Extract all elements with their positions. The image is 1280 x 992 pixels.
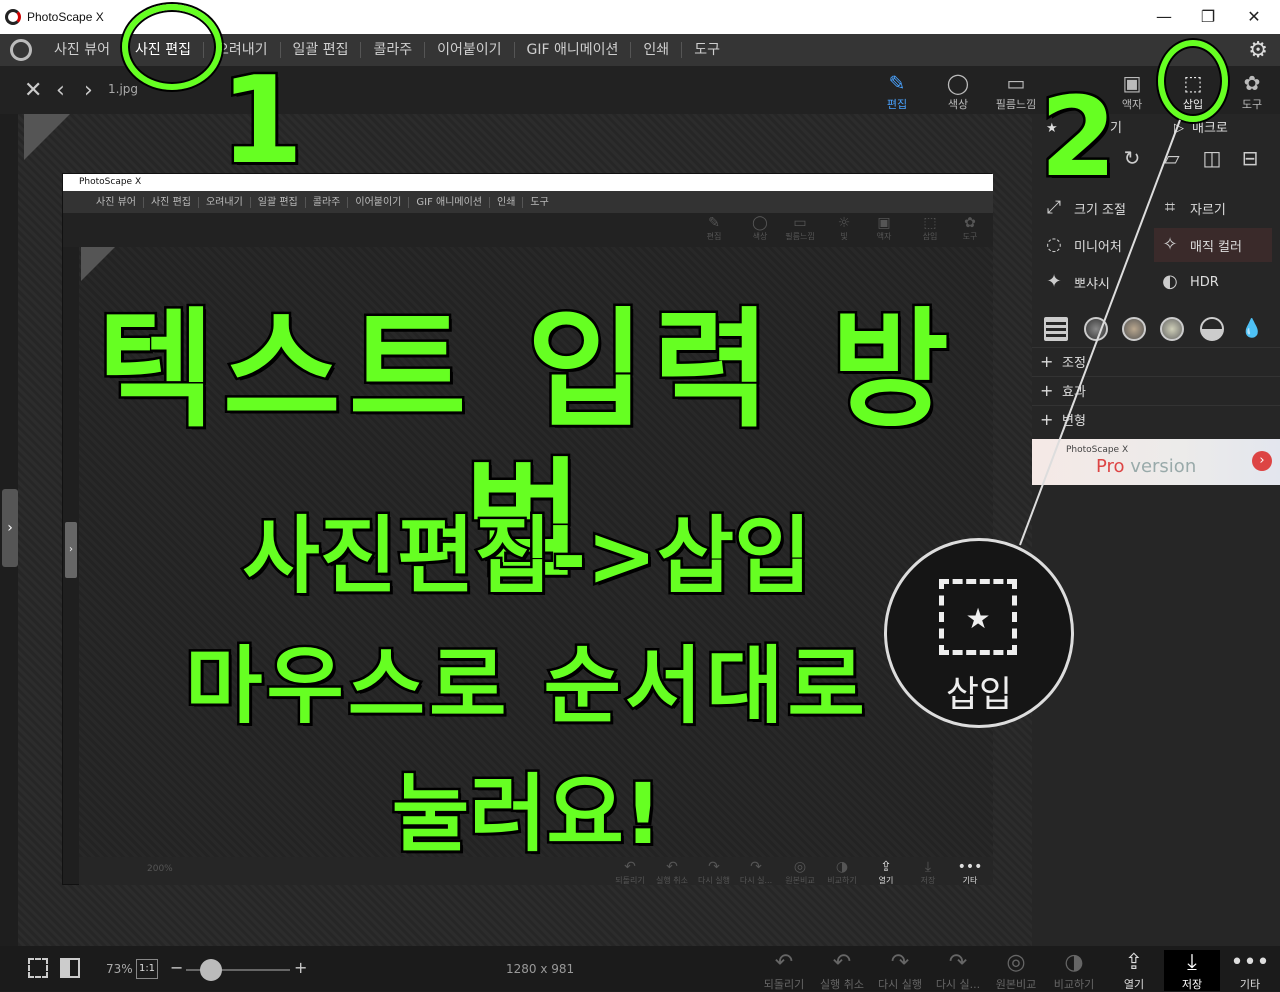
close-photo-icon[interactable]: ✕ xyxy=(24,78,42,103)
minimize-button[interactable]: — xyxy=(1154,7,1174,26)
instruction-line-1: 사진편집->삽입 xyxy=(240,505,814,608)
inner-title: PhotoScape X xyxy=(63,174,993,191)
left-panel-toggle[interactable]: › xyxy=(2,489,18,567)
home-icon[interactable] xyxy=(10,39,32,61)
zoom-in-icon[interactable]: + xyxy=(294,958,307,977)
insert-zoom-icon: ★ xyxy=(939,579,1017,655)
revert-button[interactable]: ↶ 되돌리기 xyxy=(756,950,812,992)
save-button[interactable]: ⤓ 저장 xyxy=(1164,950,1220,991)
instruction-line-3: 눌러요! xyxy=(389,763,664,866)
drop-icon[interactable]: 💧 xyxy=(1240,317,1264,341)
original-compare-button[interactable]: ◎ 원본비교 xyxy=(988,950,1044,992)
bottom-bar: 73% 1:1 − + 1280 x 981 ↶ 되돌리기 ↶ 실행 취소 ↷ 다시 … xyxy=(0,946,1280,991)
menu-tools[interactable]: 도구 xyxy=(681,42,732,58)
tone-swatch-4[interactable] xyxy=(1200,317,1224,341)
more-icon: ••• xyxy=(1230,950,1270,975)
highlight-circle-menu xyxy=(122,4,222,90)
undo-button[interactable]: ↶ 실행 취소 xyxy=(814,950,870,992)
tab-color[interactable]: ◯ 색상 xyxy=(930,70,986,112)
flip-vertical-icon[interactable]: ⊟ xyxy=(1232,146,1268,176)
close-button[interactable]: ✕ xyxy=(1244,7,1264,26)
star-icon: ★ xyxy=(965,602,991,635)
instruction-line-2: 마우스로 순서대로 xyxy=(183,635,869,738)
color-icon: ◯ xyxy=(946,71,970,95)
open-button[interactable]: ⇪ 열기 xyxy=(1106,950,1162,992)
download-icon: ⤓ xyxy=(1187,950,1197,975)
select-area-icon[interactable] xyxy=(28,958,48,978)
undo-icon: ↶ xyxy=(832,950,852,975)
compare-button[interactable]: ◑ 비교하기 xyxy=(1046,950,1102,992)
file-name: 1.jpg xyxy=(108,82,139,96)
redo-all-icon: ↷ xyxy=(948,950,968,975)
edit-icon: ✎ xyxy=(888,71,906,95)
insert-zoom-label: 삽입 xyxy=(945,674,1013,715)
maximize-button[interactable]: ❐ xyxy=(1198,7,1218,26)
upload-icon: ⇪ xyxy=(1124,950,1144,975)
film-icon: ▭ xyxy=(1006,71,1026,95)
menu-combine[interactable]: 이어붙이기 xyxy=(424,42,513,58)
more-button[interactable]: ••• 기타 xyxy=(1222,950,1278,992)
zoom-magnifier: ★ 삽입 xyxy=(884,538,1074,728)
compare-split-icon[interactable] xyxy=(60,958,80,978)
redo-icon: ↷ xyxy=(890,950,910,975)
inner-toolbar: ✎ 편집 ◯ 색상 ▭ 필름느낌 ☼ 빛 ▣ 액자 ⬚ 삽입 ✿ 도구 xyxy=(63,213,993,247)
window-title: PhotoScape X xyxy=(27,10,104,24)
arrow-right-icon: › xyxy=(1252,451,1272,471)
redo-button[interactable]: ↷ 다시 실행 xyxy=(872,950,928,992)
zoom-slider-knob[interactable] xyxy=(200,959,222,981)
menu-photo-viewer[interactable]: 사진 뷰어 xyxy=(42,42,122,58)
app-logo-icon xyxy=(5,9,21,25)
tab-edit[interactable]: ✎ 편집 xyxy=(869,70,925,112)
pro-badge-icon xyxy=(24,114,70,160)
zoom-out-icon[interactable]: − xyxy=(170,958,183,977)
prev-photo-icon[interactable]: ‹ xyxy=(56,78,65,103)
palette-icon: ✿ xyxy=(1243,71,1261,95)
original-icon: ◎ xyxy=(1006,950,1026,975)
next-photo-icon[interactable]: › xyxy=(84,78,93,103)
inner-menu: 사진 뷰어 사진 편집 오려내기 일괄 편집 콜라주 이어붙이기 GIF 애니메… xyxy=(63,191,993,213)
tab-tools[interactable]: ✿ 도구 xyxy=(1224,70,1280,112)
compare-icon: ◑ xyxy=(1064,950,1084,975)
step-number-2: 2 xyxy=(1038,73,1120,201)
menu-gif[interactable]: GIF 애니메이션 xyxy=(513,42,631,58)
image-dimensions: 1280 x 981 xyxy=(506,962,575,976)
revert-icon: ↶ xyxy=(774,950,794,975)
zoom-level: 73% xyxy=(106,962,133,976)
actual-size-button[interactable]: 1:1 xyxy=(136,959,158,979)
redo-all-button[interactable]: ↷ 다시 실... xyxy=(930,950,986,992)
settings-gear-icon[interactable]: ⚙ xyxy=(1248,38,1268,63)
menu-collage[interactable]: 콜라주 xyxy=(360,42,424,58)
menu-print[interactable]: 인쇄 xyxy=(630,42,681,58)
step-number-1: 1 xyxy=(218,52,306,191)
